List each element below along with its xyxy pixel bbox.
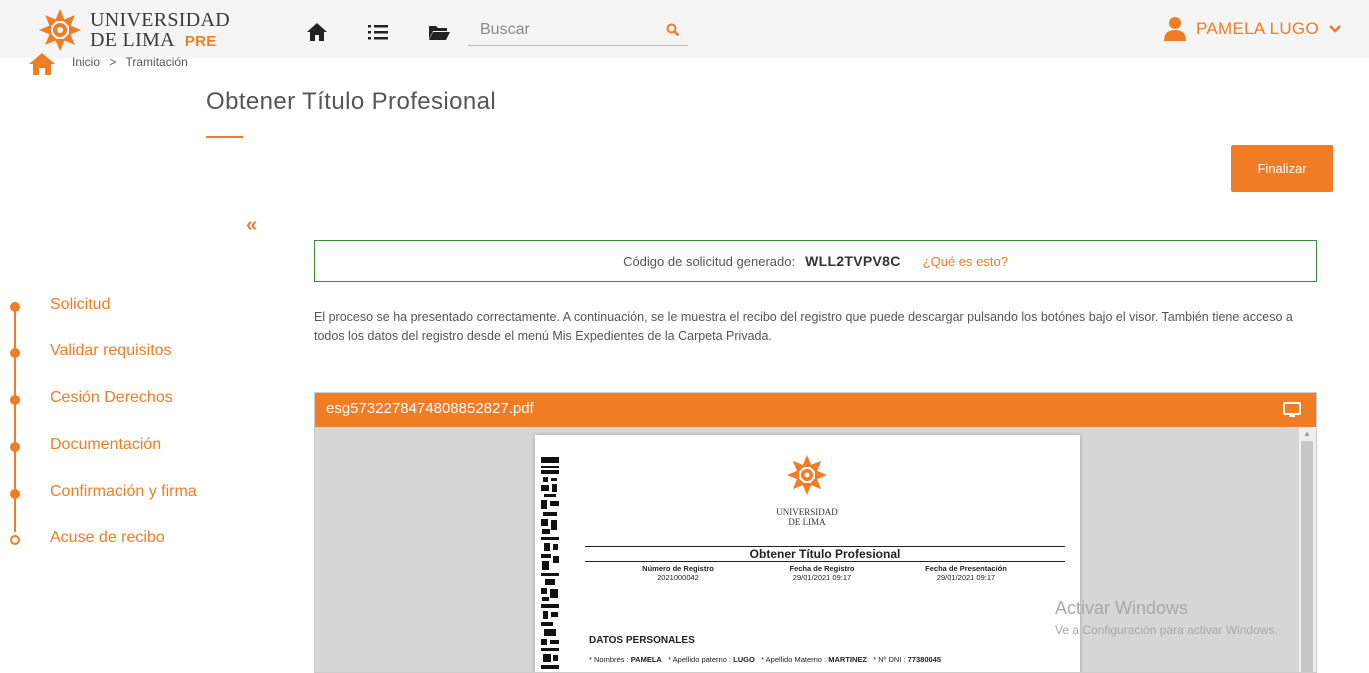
step-dot bbox=[10, 395, 20, 405]
university-logo[interactable]: UNIVERSIDAD DE LIMA PRE bbox=[38, 8, 238, 54]
logo-badge: PRE bbox=[184, 33, 217, 50]
pdf-col-value: 29/01/2021 09:17 bbox=[936, 573, 996, 582]
pdf-viewer-header: esg5732278474808852827.pdf bbox=[315, 393, 1316, 427]
pdf-title: Obtener Título Profesional bbox=[749, 547, 901, 561]
pdf-col-value: 2021000042 bbox=[657, 573, 699, 582]
watermark-line2: Ve a Configuración para activar Windows. bbox=[1055, 623, 1278, 637]
pdf-file-name: esg5732278474808852827.pdf bbox=[326, 400, 534, 417]
pdf-uni-line2: DE LIMA bbox=[788, 517, 826, 527]
step-dot bbox=[10, 489, 20, 499]
step-label: Validar requisitos bbox=[50, 342, 172, 359]
title-underline bbox=[206, 136, 243, 138]
fullscreen-monitor-icon[interactable] bbox=[1283, 402, 1301, 418]
pdf-field-value: PAMELA bbox=[630, 655, 662, 664]
step-dot bbox=[10, 348, 20, 358]
breadcrumb-separator: > bbox=[109, 55, 117, 69]
step-dot bbox=[10, 442, 20, 452]
logo-line1: UNIVERSIDAD bbox=[90, 9, 230, 31]
chevron-down-icon bbox=[1329, 25, 1341, 33]
user-icon bbox=[1164, 17, 1186, 41]
pdf-uni-line1: UNIVERSIDAD bbox=[776, 507, 838, 517]
breadcrumb-home[interactable]: Inicio bbox=[72, 55, 100, 69]
request-code-box: Código de solicitud generado: WLL2TVPV8C… bbox=[314, 240, 1317, 282]
pdf-col-label: Número de Registro bbox=[642, 564, 714, 573]
info-message: El proceso se ha presentado correctament… bbox=[314, 310, 1293, 343]
step-dot bbox=[10, 302, 20, 312]
pdf-field-label: * Nº DNI : bbox=[873, 655, 906, 664]
pdf-col-label: Fecha de Presentación bbox=[925, 564, 1007, 573]
pdf-field-value: MARTINEZ bbox=[828, 655, 867, 664]
step-label: Documentación bbox=[50, 436, 162, 453]
step-label: Cesión Derechos bbox=[50, 389, 173, 406]
pdf-fecha-presentacion-column: Fecha de Presentación 29/01/2021 09:17 bbox=[901, 564, 1031, 582]
watermark-line1: Activar Windows bbox=[1055, 598, 1189, 618]
step-dot-current bbox=[10, 535, 20, 545]
home-icon[interactable] bbox=[306, 22, 328, 42]
pdf-university-name: UNIVERSIDAD DE LIMA bbox=[755, 507, 859, 527]
pdf-col-value: 29/01/2021 09:17 bbox=[792, 573, 852, 582]
scroll-thumb[interactable] bbox=[1301, 441, 1313, 672]
pdf-rule-bottom bbox=[585, 561, 1065, 562]
step-label: Confirmación y firma bbox=[50, 483, 197, 500]
pdf-personal-data-row: * Nombres : PAMELA * Apellido paterno : … bbox=[589, 655, 941, 664]
pdf-field-label: * Nombres : bbox=[589, 655, 629, 664]
pdf-field-label: * Apellido Materno : bbox=[761, 655, 827, 664]
pdf-registro-column: Número de Registro 2021000042 bbox=[613, 564, 743, 582]
what-is-this-link[interactable]: ¿Qué es esto? bbox=[923, 254, 1008, 269]
pdf-section-heading: DATOS PERSONALES bbox=[589, 635, 695, 646]
logo-text: UNIVERSIDAD DE LIMA PRE bbox=[90, 10, 230, 52]
scroll-up-arrow-icon[interactable]: ▲ bbox=[1303, 429, 1311, 438]
pdf-field-value: LUGO bbox=[733, 655, 755, 664]
qr-barcode bbox=[541, 457, 559, 672]
user-menu[interactable]: PAMELA LUGO bbox=[1164, 14, 1341, 44]
breadcrumb: Inicio > Tramitación bbox=[72, 55, 188, 69]
step-label: Acuse de recibo bbox=[50, 529, 165, 546]
request-code-label: Código de solicitud generado: bbox=[623, 253, 796, 269]
breadcrumb-home-icon[interactable] bbox=[28, 52, 56, 76]
collapse-sidebar-button[interactable]: « bbox=[246, 214, 257, 237]
folder-icon[interactable] bbox=[428, 22, 450, 42]
logo-line2: DE LIMA bbox=[90, 29, 175, 51]
search-box bbox=[468, 16, 688, 46]
request-code-value: WLL2TVPV8C bbox=[805, 253, 901, 269]
logo-star-icon bbox=[39, 9, 81, 51]
list-icon[interactable] bbox=[367, 22, 389, 42]
pdf-field-label: * Apellido paterno : bbox=[668, 655, 732, 664]
page-title: Obtener Título Profesional bbox=[206, 88, 497, 115]
windows-activation-watermark: Activar Windows Ve a Configuración para … bbox=[1055, 598, 1278, 637]
pdf-fecha-registro-column: Fecha de Registro 29/01/2021 09:17 bbox=[757, 564, 887, 582]
user-name: PAMELA LUGO bbox=[1196, 19, 1319, 38]
pdf-field-value: 77380045 bbox=[907, 655, 942, 664]
top-bar: UNIVERSIDAD DE LIMA PRE PAMELA LUGO bbox=[0, 0, 1369, 58]
pdf-logo-star-icon bbox=[787, 455, 827, 495]
search-input[interactable] bbox=[468, 16, 658, 44]
breadcrumb-current: Tramitación bbox=[125, 55, 188, 69]
pdf-scrollbar[interactable]: ▲ bbox=[1299, 427, 1316, 672]
pdf-col-label: Fecha de Registro bbox=[789, 564, 855, 573]
pdf-page: UNIVERSIDAD DE LIMA Obtener Título Profe… bbox=[535, 435, 1080, 672]
finalize-button[interactable]: Finalizar bbox=[1231, 145, 1333, 192]
search-icon[interactable] bbox=[666, 23, 680, 37]
step-label: Solicitud bbox=[50, 296, 111, 313]
